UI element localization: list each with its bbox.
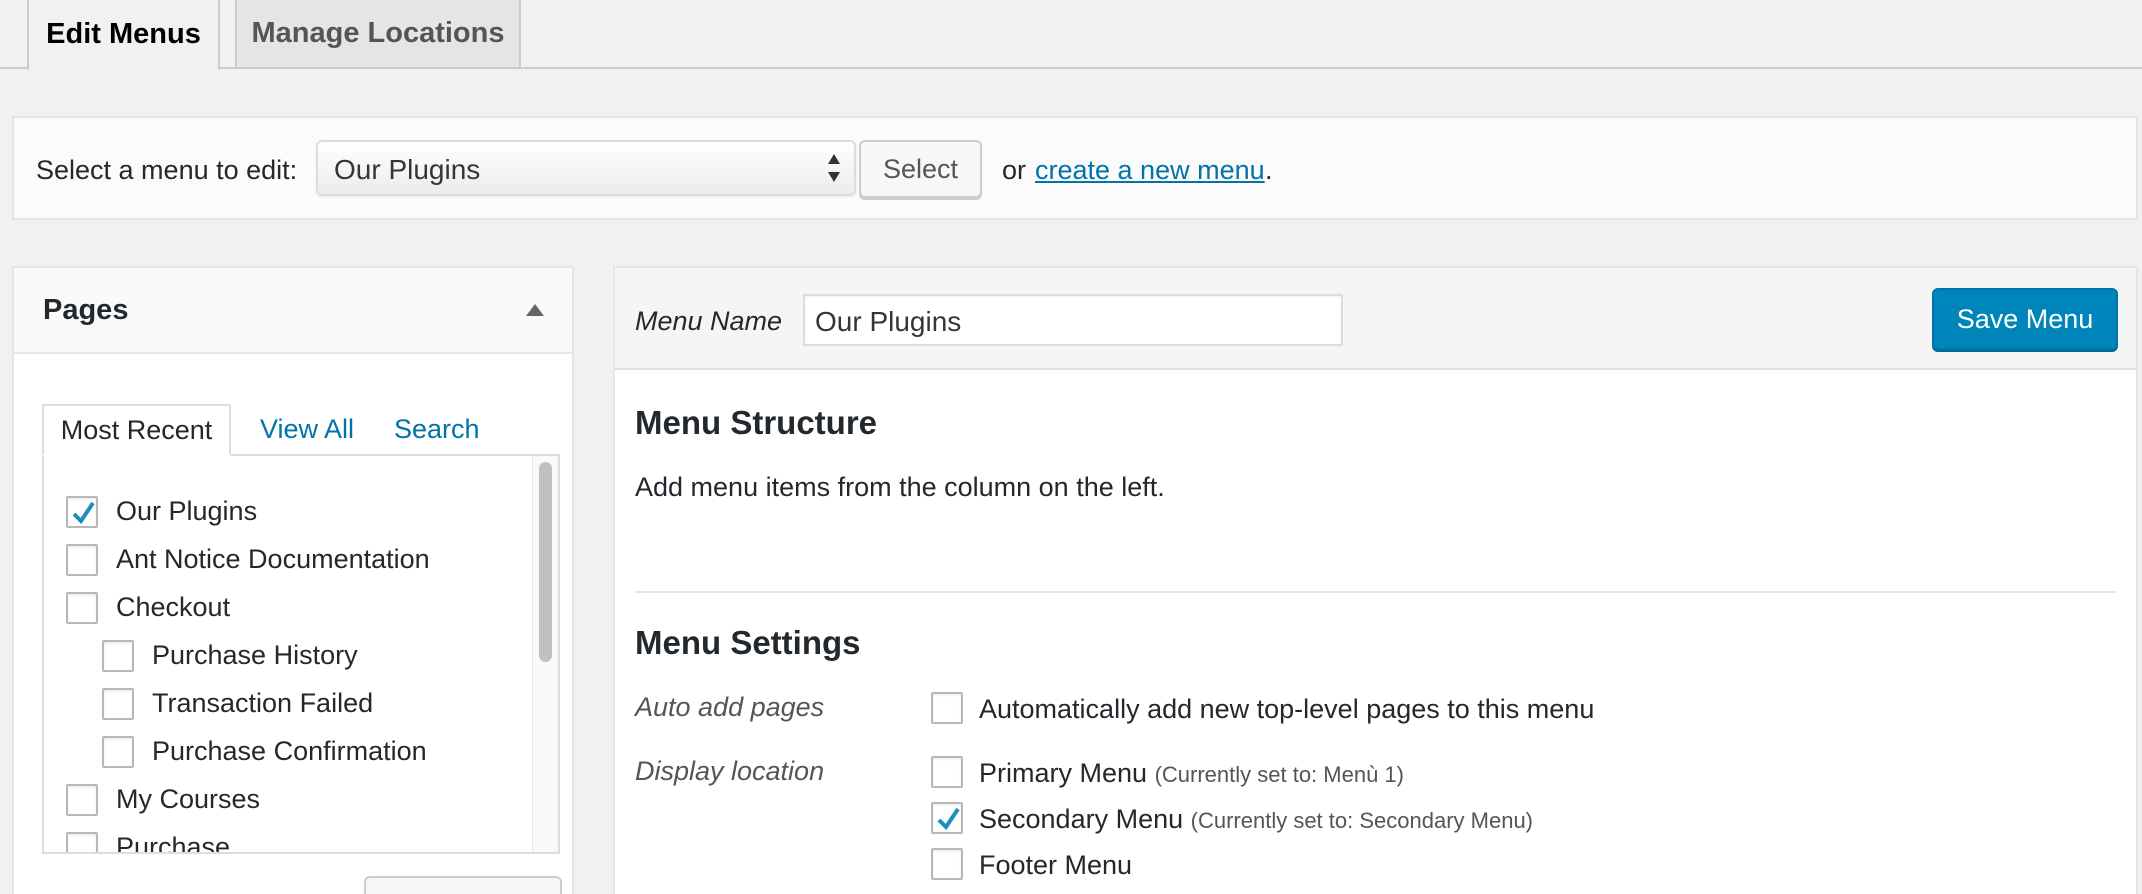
save-menu-button[interactable]: Save Menu [1932,288,2118,350]
auto-add-option-label: Automatically add new top-level pages to… [979,694,1595,724]
tab-most-recent[interactable]: Most Recent [42,404,231,456]
page-checkbox[interactable] [66,832,98,852]
page-checkbox[interactable] [102,736,134,768]
scrollbar-thumb[interactable] [539,462,552,662]
page-label: Our Plugins [116,496,258,526]
location-primary-label: Primary Menu (Currently set to: Menù 1) [979,758,1404,789]
select-menu-label: Select a menu to edit: [36,155,298,185]
menus-screen: Edit Menus Manage Locations Select a men… [0,0,2142,894]
menu-name-label: Menu Name [635,306,783,336]
menu-management: Menu Name Our Plugins Save Menu Menu Str… [613,266,2138,894]
tab-manage-locations[interactable]: Manage Locations [235,0,521,69]
menu-select-dropdown[interactable]: Our Plugins [316,140,856,196]
tab-search[interactable]: Search [394,404,480,454]
page-checkbox[interactable] [66,496,98,528]
pages-metabox: Pages Most Recent View All Search Our Pl… [12,266,574,894]
location-checkbox-primary[interactable] [931,756,963,788]
add-to-menu-button[interactable] [364,876,562,894]
create-new-menu-link[interactable]: create a new menu [1035,155,1265,186]
location-name: Secondary Menu [979,804,1184,834]
location-footer-label: Footer Menu [979,850,1132,881]
tab-view-all[interactable]: View All [260,404,354,454]
page-checkbox[interactable] [102,640,134,672]
page-label: Purchase Confirmation [152,736,427,766]
location-secondary-label: Secondary Menu (Currently set to: Second… [979,804,1533,835]
menu-structure-heading: Menu Structure [635,404,878,441]
pages-title: Pages [43,294,129,326]
auto-add-pages-label: Auto add pages [635,692,825,722]
page-label: Purchase [116,832,231,854]
page-label: Checkout [116,592,231,622]
auto-add-checkbox[interactable] [931,692,963,724]
collapse-arrow-icon[interactable] [526,304,544,316]
pages-checklist: Our Plugins Ant Notice Documentation Che… [42,454,560,854]
checkmark-icon [937,807,960,831]
page-checkbox[interactable] [66,784,98,816]
tab-edit-menus[interactable]: Edit Menus [27,0,220,71]
or-text: or [1002,155,1027,185]
location-checkbox-secondary[interactable] [931,802,963,834]
page-checkbox[interactable] [66,544,98,576]
select-button[interactable]: Select [859,140,982,198]
page-checkbox[interactable] [102,688,134,720]
menu-structure-instructions: Add menu items from the column on the le… [635,472,1165,502]
location-note: (Currently set to: Secondary Menu) [1190,808,1534,833]
location-note: (Currently set to: Menù 1) [1154,762,1404,787]
page-label: Transaction Failed [152,688,374,718]
page-checkbox[interactable] [66,592,98,624]
period-text: . [1265,155,1273,185]
page-label: My Courses [116,784,261,814]
menu-name-value: Our Plugins [815,306,962,337]
menu-editor-header: Menu Name Our Plugins Save Menu [615,268,2136,370]
location-name: Footer Menu [979,850,1133,880]
display-location-label: Display location [635,756,825,786]
menu-settings-heading: Menu Settings [635,624,861,661]
location-checkbox-footer[interactable] [931,848,963,880]
select-arrows-icon [828,154,840,182]
pages-metabox-header[interactable]: Pages [14,268,572,354]
pages-tabs: Most Recent View All Search [42,404,562,456]
menu-select-value: Our Plugins [334,154,481,185]
menu-name-input[interactable]: Our Plugins [803,294,1343,346]
location-name: Primary Menu [979,758,1148,788]
checkmark-icon [72,501,95,525]
nav-tab-bar: Edit Menus Manage Locations [0,0,2142,71]
page-label: Ant Notice Documentation [116,544,430,574]
page-label: Purchase History [152,640,358,670]
divider [635,591,2116,593]
menu-select-bar: Select a menu to edit: Our Plugins Selec… [12,116,2138,220]
